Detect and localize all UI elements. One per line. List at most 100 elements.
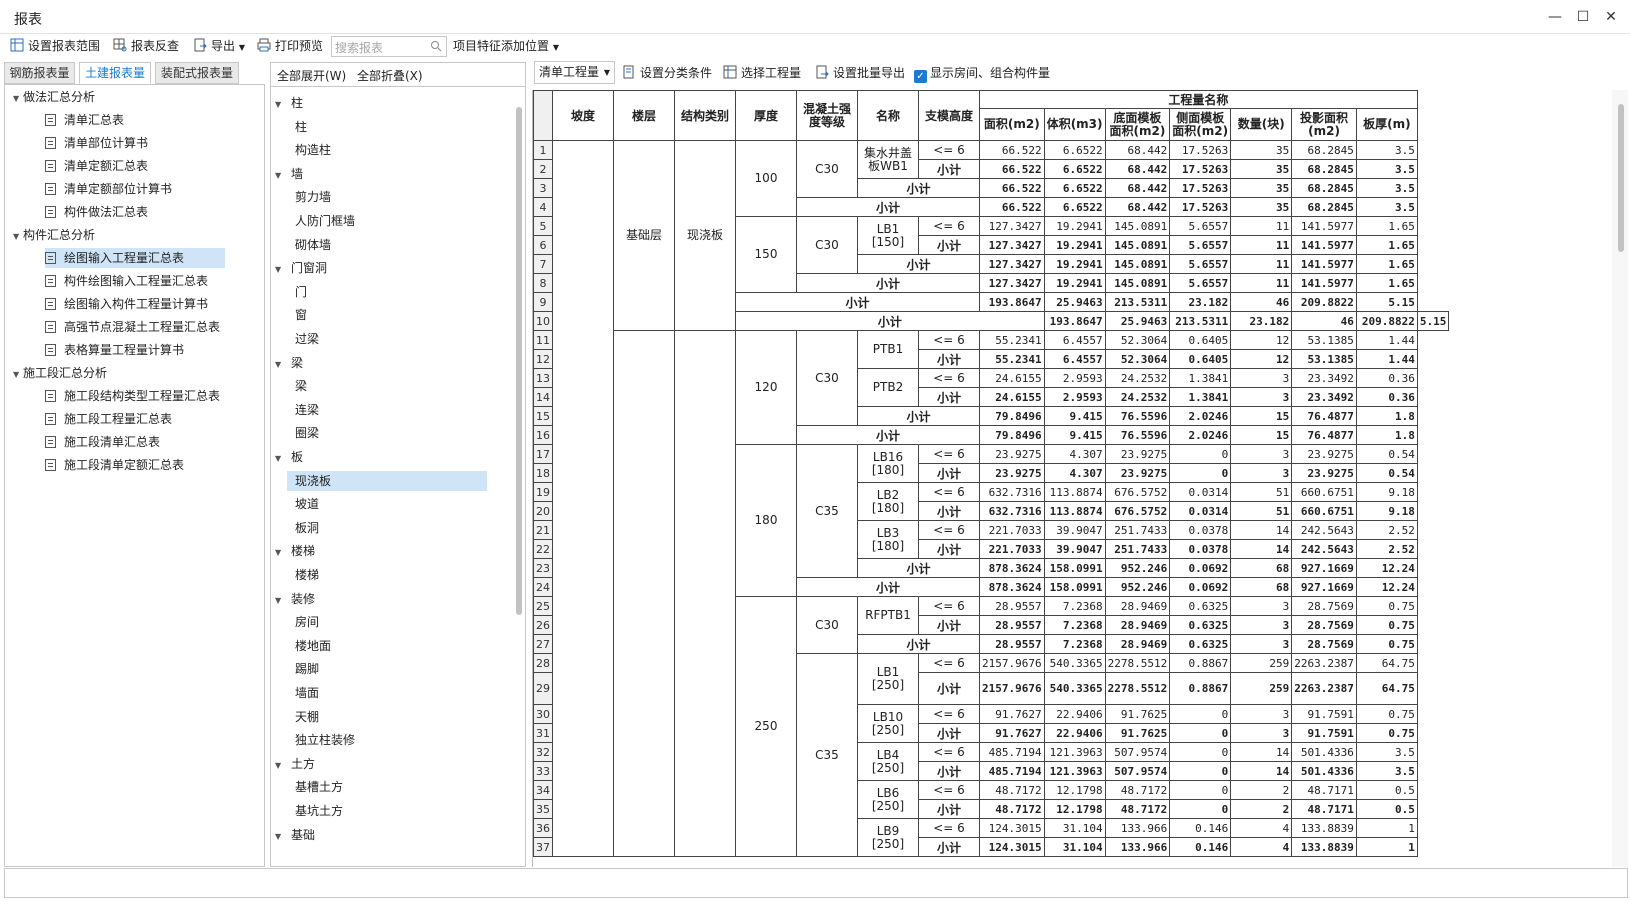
expand-arrow-icon[interactable]: ▼: [275, 355, 285, 375]
value-cell: 3: [1230, 615, 1293, 635]
review-button[interactable]: 报表反查: [113, 36, 179, 56]
component-item[interactable]: 基槽土方: [287, 777, 343, 797]
tab-civil[interactable]: 土建报表量: [79, 62, 151, 84]
expand-arrow-icon[interactable]: ▼: [275, 166, 285, 186]
collapse-all-button[interactable]: 全部折叠(X): [357, 67, 423, 84]
value-cell: 878.3624: [979, 558, 1045, 578]
component-item[interactable]: 踢脚: [287, 659, 319, 679]
quantity-type-dropdown[interactable]: 清单工程量 ▼: [534, 61, 615, 84]
report-item[interactable]: 清单汇总表: [45, 110, 225, 130]
subtotal-label: 小计: [735, 311, 1045, 331]
subtotal-label: 小计: [918, 463, 980, 483]
close-button[interactable]: ✕: [1602, 8, 1620, 26]
grid-scrollbar-thumb[interactable]: [1618, 104, 1624, 252]
report-item[interactable]: 施工段清单定额汇总表: [45, 455, 225, 475]
support-height-cell: <= 6: [918, 596, 980, 616]
text-cell: 现浇板: [674, 140, 736, 331]
checkbox-checked-icon[interactable]: ✓: [914, 70, 927, 83]
report-group[interactable]: ▼ 施工段汇总分析: [13, 363, 107, 383]
component-item[interactable]: 构造柱: [287, 140, 331, 160]
expand-arrow-icon[interactable]: ▼: [13, 365, 23, 385]
component-group[interactable]: ▼ 柱: [275, 93, 303, 113]
report-item[interactable]: 清单定额汇总表: [45, 156, 225, 176]
component-item[interactable]: 连梁: [287, 400, 319, 420]
grid-scrollbar-track[interactable]: [1612, 90, 1628, 867]
component-item[interactable]: 剪力墙: [287, 187, 331, 207]
component-item[interactable]: 独立柱装修: [287, 730, 355, 750]
maximize-button[interactable]: ☐: [1574, 8, 1592, 26]
expand-all-button[interactable]: 全部展开(W): [277, 67, 346, 84]
add-feature-dropdown[interactable]: 项目特征添加位置 ▼: [453, 36, 559, 56]
component-item[interactable]: 柱: [287, 117, 307, 137]
expand-arrow-icon[interactable]: ▼: [13, 89, 23, 109]
component-item[interactable]: 圈梁: [287, 423, 319, 443]
select-quantity-button[interactable]: 选择工程量: [723, 63, 801, 83]
report-item[interactable]: 清单部位计算书: [45, 133, 225, 153]
component-group[interactable]: ▼ 墙: [275, 164, 303, 184]
batch-export-button[interactable]: 设置批量导出: [815, 63, 905, 83]
expand-arrow-icon[interactable]: ▼: [275, 591, 285, 611]
expand-arrow-icon[interactable]: ▼: [275, 260, 285, 280]
component-item[interactable]: 板洞: [287, 518, 319, 538]
value-cell: 632.7316: [979, 482, 1045, 502]
tab-rebar[interactable]: 钢筋报表量: [4, 62, 75, 84]
component-item[interactable]: 窗: [287, 305, 307, 325]
report-item[interactable]: 构件做法汇总表: [45, 202, 225, 222]
expand-arrow-icon[interactable]: ▼: [275, 95, 285, 115]
set-category-button[interactable]: 设置分类条件: [622, 63, 712, 83]
component-group[interactable]: ▼ 板: [275, 447, 303, 467]
report-item[interactable]: 绘图输入构件工程量计算书: [45, 294, 225, 314]
value-cell: 0.75: [1355, 615, 1418, 635]
component-item[interactable]: 基坑土方: [287, 801, 343, 821]
tab-prefab[interactable]: 装配式报表量: [155, 62, 239, 84]
component-group[interactable]: ▼ 梁: [275, 353, 303, 373]
report-item[interactable]: 构件绘图输入工程量汇总表: [45, 271, 225, 291]
report-item[interactable]: 施工段结构类型工程量汇总表: [45, 386, 225, 406]
report-item[interactable]: 表格算量工程量计算书: [45, 340, 225, 360]
component-item[interactable]: 天棚: [287, 707, 319, 727]
value-cell: 68.2845: [1291, 197, 1357, 217]
component-item[interactable]: 门: [287, 282, 307, 302]
table-row[interactable]: 1 基础层 现浇板 100 C30 集水井盖板WB1 <= 6 66.522 6.6522 68.…: [533, 140, 1449, 857]
report-item[interactable]: 绘图输入工程量汇总表: [45, 248, 225, 268]
expand-arrow-icon[interactable]: ▼: [275, 543, 285, 563]
value-cell: 79.8496: [979, 406, 1045, 426]
minimize-button[interactable]: —: [1546, 8, 1564, 26]
expand-arrow-icon[interactable]: ▼: [275, 449, 285, 469]
component-item[interactable]: 梁: [287, 376, 307, 396]
component-item[interactable]: 房间: [287, 612, 319, 632]
component-item[interactable]: 砌体墙: [287, 235, 331, 255]
component-item[interactable]: 楼地面: [287, 636, 331, 656]
value-cell: 91.7627: [979, 723, 1045, 743]
set-range-button[interactable]: 设置报表范围: [10, 36, 100, 56]
component-item[interactable]: 人防门框墙: [287, 211, 355, 231]
component-group[interactable]: ▼ 门窗洞: [275, 258, 327, 278]
component-item[interactable]: 墙面: [287, 683, 319, 703]
report-item[interactable]: 施工段清单汇总表: [45, 432, 225, 452]
expand-arrow-icon[interactable]: ▼: [275, 827, 285, 847]
export-button[interactable]: 导出 ▼: [193, 36, 245, 56]
report-item[interactable]: 高强节点混凝土工程量汇总表: [45, 317, 225, 337]
component-scrollbar[interactable]: [516, 107, 522, 615]
component-item[interactable]: 坡道: [287, 494, 319, 514]
value-cell: 28.9557: [979, 615, 1045, 635]
component-group[interactable]: ▼ 装修: [275, 589, 315, 609]
value-cell: 19.2941: [1043, 216, 1106, 236]
report-group[interactable]: ▼ 构件汇总分析: [13, 225, 95, 245]
component-group[interactable]: ▼ 土方: [275, 754, 315, 774]
component-item[interactable]: 过梁: [287, 329, 319, 349]
expand-arrow-icon[interactable]: ▼: [275, 756, 285, 776]
print-preview-button[interactable]: 打印预览: [257, 36, 323, 56]
expand-arrow-icon[interactable]: ▼: [13, 227, 23, 247]
show-room-checkbox[interactable]: ✓ 显示房间、组合构件量: [914, 63, 1050, 83]
report-item[interactable]: 施工段工程量汇总表: [45, 409, 225, 429]
component-group[interactable]: ▼ 基础: [275, 825, 315, 845]
table-row[interactable]: 11 120 C30 PTB1 <= 6 55.2341 6.4557 52.3064 0.64…: [533, 330, 1449, 857]
search-input[interactable]: 搜索报表: [331, 36, 447, 57]
report-item[interactable]: 清单定额部位计算书: [45, 179, 225, 199]
component-item[interactable]: 现浇板: [287, 470, 487, 491]
component-item[interactable]: 楼梯: [287, 565, 319, 585]
search-icon[interactable]: [430, 40, 442, 52]
report-group[interactable]: ▼ 做法汇总分析: [13, 87, 95, 107]
component-group[interactable]: ▼ 楼梯: [275, 541, 315, 561]
